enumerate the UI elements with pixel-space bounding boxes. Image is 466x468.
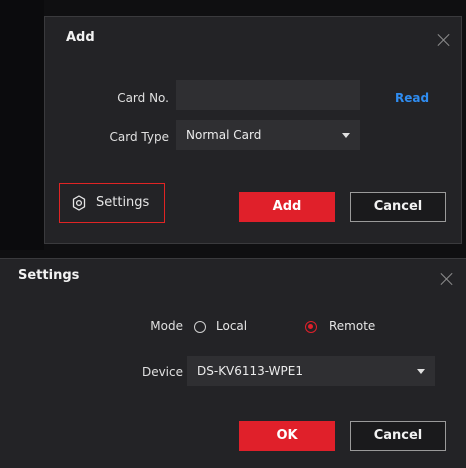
close-icon[interactable] — [440, 272, 454, 286]
device-value: DS-KV6113-WPE1 — [197, 364, 303, 378]
gear-icon — [72, 195, 86, 211]
card-no-label: Card No. — [117, 91, 169, 105]
card-no-input[interactable] — [176, 80, 360, 110]
add-card-dialog: Add Card No. Read Card Type Normal Card … — [44, 16, 462, 244]
add-dialog-title: Add — [66, 30, 95, 45]
read-link[interactable]: Read — [395, 91, 429, 105]
background-left — [0, 0, 44, 250]
mode-remote-label[interactable]: Remote — [329, 319, 375, 333]
settings-dialog: Settings Mode Local Remote Device DS-KV6… — [0, 258, 466, 468]
card-type-value: Normal Card — [186, 128, 262, 142]
close-icon[interactable] — [437, 33, 451, 47]
device-select[interactable]: DS-KV6113-WPE1 — [187, 356, 435, 386]
settings-button[interactable]: Settings — [59, 183, 165, 223]
screen: Add Card No. Read Card Type Normal Card … — [0, 0, 466, 468]
mode-remote-radio[interactable] — [305, 321, 317, 333]
mode-local-radio[interactable] — [194, 321, 206, 333]
card-type-label: Card Type — [109, 130, 169, 144]
background-top — [44, 0, 466, 16]
settings-label: Settings — [96, 195, 150, 210]
device-label: Device — [141, 365, 183, 379]
add-button[interactable]: Add — [239, 192, 335, 222]
ok-button[interactable]: OK — [239, 421, 335, 451]
settings-cancel-button[interactable]: Cancel — [350, 421, 446, 451]
mode-label: Mode — [150, 319, 183, 333]
settings-dialog-title: Settings — [18, 268, 80, 283]
mode-local-label[interactable]: Local — [216, 319, 247, 333]
chevron-down-icon — [417, 369, 425, 374]
chevron-down-icon — [342, 133, 350, 138]
card-type-select[interactable]: Normal Card — [176, 120, 360, 150]
cancel-button[interactable]: Cancel — [350, 192, 446, 222]
